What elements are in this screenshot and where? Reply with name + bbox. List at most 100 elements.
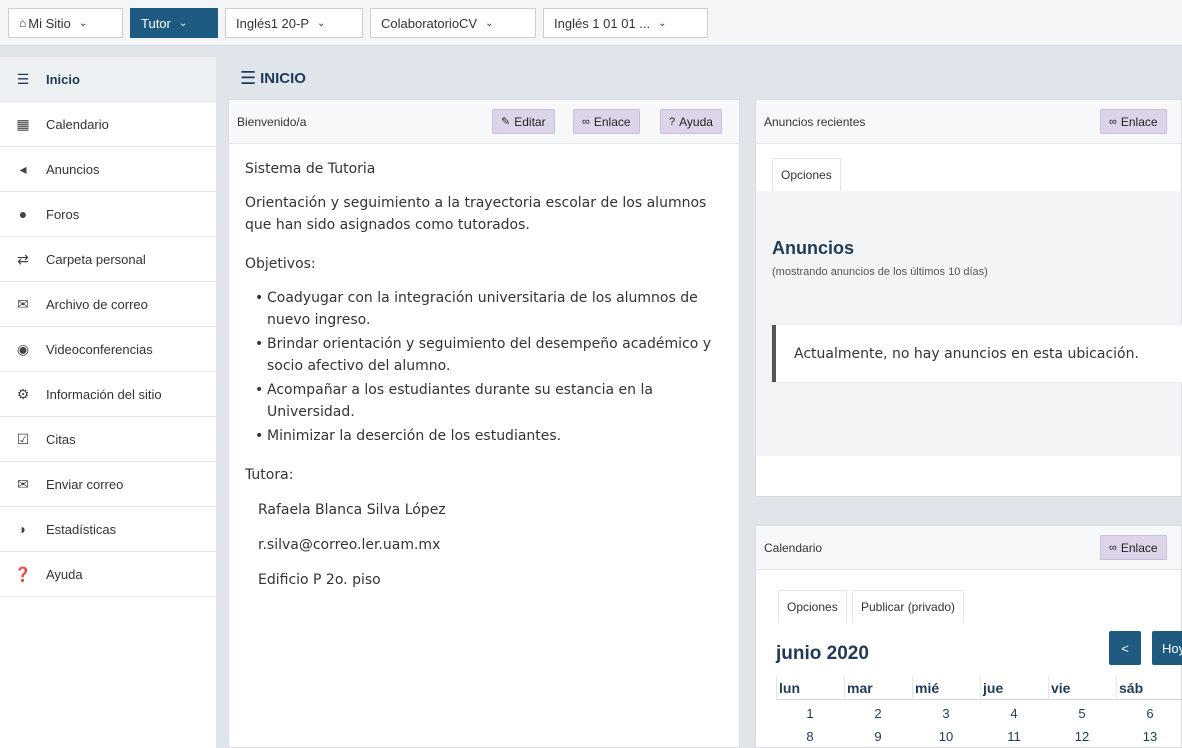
portlet-header: Bienvenido/a ✎ Editar ∞ Enlace ? Ayuda bbox=[229, 100, 739, 144]
sidebar-item-label: Inicio bbox=[46, 71, 80, 87]
sidebar-item-informacion-del-sitio[interactable]: ⚙ Información del sitio bbox=[0, 372, 216, 417]
empty-announcements-message: Actualmente, no hay anuncios en esta ubi… bbox=[772, 325, 1182, 382]
list-icon: ☰ bbox=[16, 70, 30, 87]
chevron-down-icon: ⌄ bbox=[178, 17, 188, 29]
megaphone-icon: ◂ bbox=[19, 160, 27, 177]
page-title: ☰ INICIO bbox=[240, 66, 306, 90]
today-button-label: Hoy bbox=[1162, 640, 1182, 656]
calendar-day[interactable]: 11 bbox=[980, 729, 1048, 744]
prev-month-button[interactable]: < bbox=[1109, 631, 1141, 665]
link-button[interactable]: ∞ Enlace bbox=[573, 109, 640, 134]
announcements-portlet: Anuncios recientes ∞ Enlace Opciones Anu… bbox=[755, 99, 1182, 497]
site-tab-ingles1[interactable]: Inglés1 20-P ⌄ bbox=[225, 8, 363, 38]
calendar-day[interactable]: 2 bbox=[844, 706, 912, 721]
sidebar-item-label: Ayuda bbox=[46, 566, 83, 582]
sidebar-item-enviar-correo[interactable]: ✉ Enviar correo bbox=[0, 462, 216, 507]
help-button-label: Ayuda bbox=[679, 114, 713, 129]
chevron-down-icon: ⌄ bbox=[485, 17, 494, 29]
options-tab-label: Opciones bbox=[781, 168, 832, 182]
tool-sidebar: ☰ Inicio ▦ Calendario ◂ Anuncios ● Foros… bbox=[0, 57, 216, 748]
objective-text: nuevo ingreso. bbox=[267, 312, 371, 328]
sidebar-item-calendario[interactable]: ▦ Calendario bbox=[0, 102, 216, 147]
question-icon: ❓ bbox=[14, 565, 32, 582]
calendar-day[interactable]: 12 bbox=[1048, 729, 1116, 744]
sidebar-item-archivo-de-correo[interactable]: ✉ Archivo de correo bbox=[0, 282, 216, 327]
link-button[interactable]: ∞ Enlace bbox=[1100, 109, 1167, 134]
empty-message-text: Actualmente, no hay anuncios en esta ubi… bbox=[794, 345, 1139, 362]
home-icon: ⌂ bbox=[19, 16, 27, 30]
calendar-day[interactable]: 6 bbox=[1116, 706, 1182, 721]
link-button[interactable]: ∞ Enlace bbox=[1100, 535, 1167, 560]
sidebar-item-label: Anuncios bbox=[46, 161, 100, 177]
calendar-day[interactable]: 9 bbox=[844, 729, 912, 744]
calendar-day[interactable]: 4 bbox=[980, 706, 1048, 721]
link-icon: ∞ bbox=[1109, 541, 1117, 554]
sidebar-item-label: Estadísticas bbox=[46, 521, 117, 537]
announcements-body bbox=[756, 191, 1181, 456]
portlet-title: Anuncios recientes bbox=[764, 114, 866, 129]
calendar-portlet: Calendario ∞ Enlace Opciones Publicar (p… bbox=[755, 525, 1182, 748]
prev-button-label: < bbox=[1121, 640, 1129, 656]
sidebar-item-label: Calendario bbox=[46, 116, 109, 132]
sidebar-item-foros[interactable]: ● Foros bbox=[0, 192, 216, 237]
help-button[interactable]: ? Ayuda bbox=[660, 109, 722, 134]
options-tab[interactable]: Opciones bbox=[772, 158, 841, 191]
sidebar-item-ayuda[interactable]: ❓ Ayuda bbox=[0, 552, 216, 597]
pie-chart-icon: ◗ bbox=[18, 521, 28, 537]
objectives-label: Objetivos: bbox=[245, 256, 316, 272]
publish-tab-label: Publicar (privado) bbox=[861, 600, 956, 614]
sidebar-item-label: Enviar correo bbox=[46, 476, 124, 492]
calendar-check-icon: ☑ bbox=[16, 430, 30, 447]
publish-private-tab[interactable]: Publicar (privado) bbox=[852, 590, 965, 623]
sidebar-item-inicio[interactable]: ☰ Inicio bbox=[0, 57, 216, 102]
calendar-day[interactable]: 3 bbox=[912, 706, 980, 721]
sidebar-item-citas[interactable]: ☑ Citas bbox=[0, 417, 216, 462]
portlet-header: Calendario ∞ Enlace bbox=[756, 526, 1181, 570]
pencil-icon: ✎ bbox=[501, 116, 511, 128]
chevron-down-icon: ⌄ bbox=[78, 17, 88, 29]
options-tab[interactable]: Opciones bbox=[778, 590, 847, 623]
tutor-name: Rafaela Blanca Silva López bbox=[258, 502, 446, 518]
sidebar-item-carpeta-personal[interactable]: ⇄ Carpeta personal bbox=[0, 237, 216, 282]
site-tab-ingles-1-01[interactable]: Inglés 1 01 01 ... ⌄ bbox=[543, 8, 708, 38]
tutor-email: r.silva@correo.ler.uam.mx bbox=[258, 537, 441, 553]
comments-icon: ● bbox=[18, 206, 28, 222]
site-tab-mi-sitio[interactable]: ⌂ Mi Sitio ⌄ bbox=[8, 8, 123, 38]
site-tab-colaboratorio[interactable]: ColaboratorioCV ⌄ bbox=[370, 8, 536, 38]
link-button-label: Enlace bbox=[1120, 540, 1158, 555]
sidebar-item-label: Información del sitio bbox=[46, 386, 162, 402]
chevron-down-icon: ⌄ bbox=[658, 17, 667, 29]
calendar-day[interactable]: 1 bbox=[776, 706, 844, 721]
edit-button[interactable]: ✎ Editar bbox=[492, 109, 555, 134]
calendar-day[interactable]: 8 bbox=[776, 729, 844, 744]
calendar-day[interactable]: 10 bbox=[912, 729, 980, 744]
sidebar-item-label: Videoconferencias bbox=[46, 341, 153, 357]
objective-item: Coadyugar con la integración universitar… bbox=[255, 287, 735, 331]
weekday-header: mar bbox=[844, 676, 912, 700]
objective-text: Brindar orientación y seguimiento del de… bbox=[267, 336, 712, 352]
link-icon: ∞ bbox=[1109, 115, 1117, 128]
site-tab-label: ColaboratorioCV bbox=[381, 15, 478, 31]
site-tab-label: Mi Sitio bbox=[28, 15, 71, 31]
intro-text: Orientación y seguimiento a la trayector… bbox=[245, 195, 707, 211]
sidebar-item-videoconferencias[interactable]: ◉ Videoconferencias bbox=[0, 327, 216, 372]
calendar-day[interactable]: 13 bbox=[1116, 729, 1182, 744]
site-tab-tutor[interactable]: Tutor ⌄ bbox=[130, 8, 218, 38]
sidebar-item-estadisticas[interactable]: ◗ Estadísticas bbox=[0, 507, 216, 552]
gear-icon: ⚙ bbox=[16, 385, 30, 402]
calendar-month: junio 2020 bbox=[776, 643, 869, 664]
question-icon: ? bbox=[669, 115, 676, 128]
weekday-header: mié bbox=[912, 676, 980, 700]
site-tab-label: Inglés 1 01 01 ... bbox=[554, 15, 651, 31]
list-icon: ☰ bbox=[240, 67, 257, 88]
calendar-day[interactable]: 5 bbox=[1048, 706, 1116, 721]
link-icon: ∞ bbox=[582, 115, 590, 128]
weekday-header: jue bbox=[980, 676, 1048, 700]
site-tab-label: Tutor bbox=[141, 15, 171, 31]
calendar-icon: ▦ bbox=[16, 115, 30, 132]
sidebar-item-anuncios[interactable]: ◂ Anuncios bbox=[0, 147, 216, 192]
today-button[interactable]: Hoy bbox=[1152, 631, 1182, 665]
objective-item: Brindar orientación y seguimiento del de… bbox=[255, 333, 735, 377]
chevron-down-icon: ⌄ bbox=[317, 17, 326, 29]
sidebar-item-label: Archivo de correo bbox=[46, 296, 148, 312]
